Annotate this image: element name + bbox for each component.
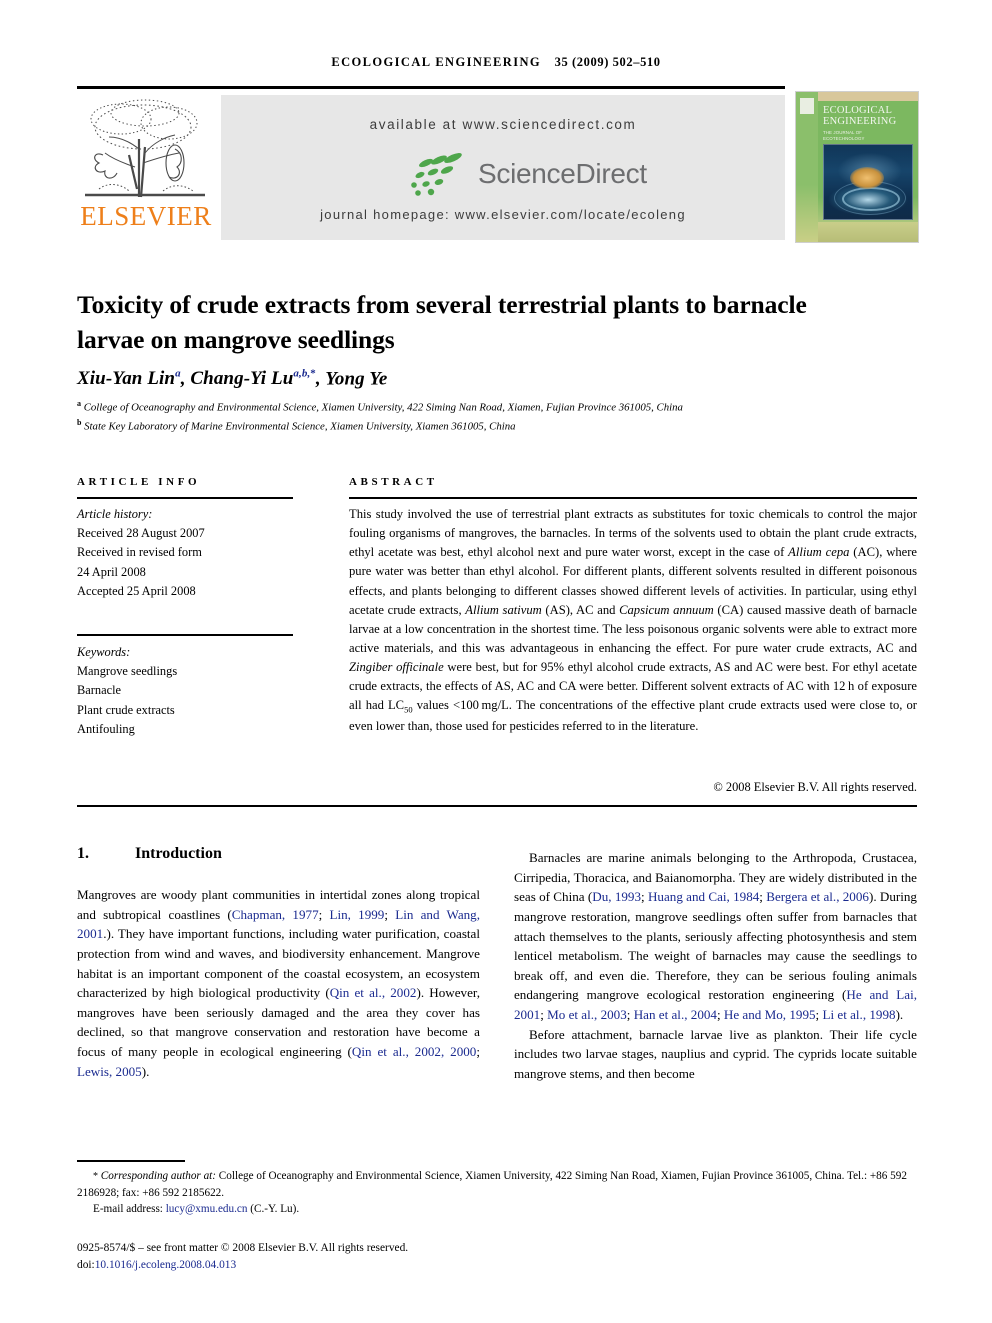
- citation-link[interactable]: Mo et al., 2003: [547, 1007, 627, 1022]
- masthead: ELSEVIER available at www.sciencedirect.…: [77, 91, 919, 243]
- article-history-item: 24 April 2008: [77, 564, 146, 579]
- email-note: E-mail address: lucy@xmu.edu.cn (C.-Y. L…: [77, 1201, 917, 1217]
- sciencedirect-swoosh-icon: [411, 153, 462, 196]
- keyword-item: Mangrove seedlings: [77, 664, 178, 679]
- article-history-item: Received 28 August 2007: [77, 526, 205, 541]
- cover-title: ECOLOGICAL ENGINEERING: [823, 105, 914, 127]
- article-info-heading: ARTICLE INFO: [77, 476, 201, 488]
- citation-link[interactable]: Bergera et al., 2006: [766, 889, 869, 904]
- keywords-label: Keywords:: [77, 645, 131, 659]
- doi-line: doi:10.1016/j.ecoleng.2008.04.013: [77, 1257, 917, 1274]
- sciencedirect-logo[interactable]: ScienceDirect: [221, 151, 785, 199]
- article-history: Article history: Received 28 August 2007…: [77, 505, 307, 601]
- keyword-item: Barnacle: [77, 683, 122, 698]
- footnote-divider: [77, 1160, 185, 1162]
- affiliation-marker-ab[interactable]: a,b,*: [293, 368, 316, 380]
- affiliation-marker-a: a: [175, 368, 181, 380]
- affiliation-b: b State Key Laboratory of Marine Environ…: [77, 418, 516, 433]
- running-head-volume: 35 (2009) 502–510: [554, 55, 661, 69]
- cover-elsevier-mark-icon: [800, 98, 814, 114]
- citation-link[interactable]: Huang and Cai, 1984: [648, 889, 759, 904]
- paragraph-barnacles: Barnacles are marine animals belonging t…: [514, 850, 917, 1023]
- citation-link[interactable]: Qin et al., 2002: [330, 985, 417, 1000]
- doi-label: doi:: [77, 1259, 95, 1272]
- corresponding-author-label: Corresponding author at:: [100, 1170, 216, 1182]
- email-owner: (C.-Y. Lu).: [250, 1202, 300, 1215]
- author-list: Xiu-Yan Lina, Chang-Yi Lua,b,*, Yong Ye: [77, 368, 388, 390]
- asterisk-marker: *: [93, 1171, 98, 1182]
- article-info-divider: [77, 497, 293, 499]
- abstract-divider: [349, 497, 917, 499]
- abstract-heading: ABSTRACT: [349, 476, 438, 488]
- doi-link[interactable]: 10.1016/j.ecoleng.2008.04.013: [95, 1259, 236, 1271]
- paragraph-attachment: Before attachment, barnacle larvae live …: [514, 1026, 917, 1082]
- cover-spine: [796, 92, 818, 242]
- citation-link[interactable]: Du, 1993: [592, 889, 641, 904]
- email-link[interactable]: lucy@xmu.edu.cn: [166, 1203, 248, 1215]
- cover-subtitle: THE JOURNAL OF ECOTECHNOLOGY: [823, 130, 914, 142]
- page-title: Toxicity of crude extracts from several …: [77, 290, 807, 355]
- citation-link[interactable]: Han et al., 2004: [634, 1007, 717, 1022]
- elsevier-wordmark: ELSEVIER: [80, 201, 212, 231]
- available-at-text[interactable]: available at www.sciencedirect.com: [221, 117, 785, 132]
- abstract-copyright: © 2008 Elsevier B.V. All rights reserved…: [713, 780, 917, 794]
- cover-photograph: [823, 144, 913, 220]
- sciencedirect-wordmark: ScienceDirect: [478, 158, 647, 189]
- section-label: Introduction: [135, 845, 222, 862]
- sciencedirect-banner: available at www.sciencedirect.com Scien…: [221, 95, 785, 240]
- cover-title-line2: ENGINEERING: [823, 116, 897, 128]
- section-heading-introduction: 1. Introduction: [77, 845, 222, 863]
- imprint-block: 0925-8574/$ – see front matter © 2008 El…: [77, 1240, 917, 1274]
- running-head: ECOLOGICAL ENGINEERING 35 (2009) 502–510: [0, 55, 992, 70]
- section-number: 1.: [77, 845, 89, 862]
- author-2: Chang-Yi Lua,b,*: [190, 368, 316, 390]
- abstract-text: This study involved the use of terrestri…: [349, 507, 917, 733]
- cover-title-line1: ECOLOGICAL: [823, 105, 893, 116]
- article-history-item: Received in revised form: [77, 545, 202, 560]
- masthead-divider: [77, 86, 785, 89]
- citation-link[interactable]: Lewis, 2005: [77, 1064, 142, 1079]
- running-head-journal: ECOLOGICAL ENGINEERING: [331, 55, 542, 69]
- body-column-right: Barnacles are marine animals belonging t…: [514, 848, 917, 1084]
- author-1: Xiu-Yan Lina: [77, 368, 181, 390]
- email-label: E-mail address:: [93, 1202, 163, 1215]
- cover-front: ECOLOGICAL ENGINEERING THE JOURNAL OF EC…: [818, 92, 918, 242]
- cover-subtitle-line2: ECOTECHNOLOGY: [823, 135, 865, 141]
- corresponding-author-note: * Corresponding author at: College of Oc…: [77, 1168, 917, 1201]
- journal-homepage-text[interactable]: journal homepage: www.elsevier.com/locat…: [221, 207, 785, 222]
- keywords-divider: [77, 634, 293, 636]
- footnote-block: * Corresponding author at: College of Oc…: [77, 1168, 917, 1217]
- citation-link[interactable]: Lin, 1999: [329, 907, 384, 922]
- article-page: ECOLOGICAL ENGINEERING 35 (2009) 502–510: [0, 0, 992, 1323]
- elsevier-tree-icon: [79, 93, 211, 201]
- paragraph-mangroves: Mangroves are woody plant communities in…: [77, 887, 480, 1079]
- citation-link[interactable]: He and Mo, 1995: [724, 1007, 816, 1022]
- article-history-label: Article history:: [77, 507, 153, 521]
- citation-link[interactable]: Li et al., 1998: [822, 1007, 895, 1022]
- elsevier-logo: ELSEVIER: [77, 91, 215, 243]
- citation-link[interactable]: Chapman, 1977: [232, 907, 319, 922]
- citation-link[interactable]: Qin et al., 2002, 2000: [352, 1044, 476, 1059]
- journal-cover-image: ECOLOGICAL ENGINEERING THE JOURNAL OF EC…: [795, 91, 919, 243]
- abstract-bottom-divider: [77, 805, 917, 807]
- affiliations: a College of Oceanography and Environmen…: [77, 398, 907, 436]
- article-history-item: Accepted 25 April 2008: [77, 583, 196, 598]
- cover-top-band: [818, 92, 918, 101]
- keyword-item: Antifouling: [77, 721, 135, 736]
- keyword-item: Plant crude extracts: [77, 702, 175, 717]
- affiliation-a: a College of Oceanography and Environmen…: [77, 399, 683, 414]
- body-column-left: Mangroves are woody plant communities in…: [77, 885, 480, 1081]
- cover-bottom-band: [818, 222, 918, 242]
- keywords-list: Keywords: Mangrove seedlings Barnacle Pl…: [77, 643, 307, 739]
- author-3: Yong Ye: [325, 368, 388, 390]
- issn-line: 0925-8574/$ – see front matter © 2008 El…: [77, 1242, 409, 1254]
